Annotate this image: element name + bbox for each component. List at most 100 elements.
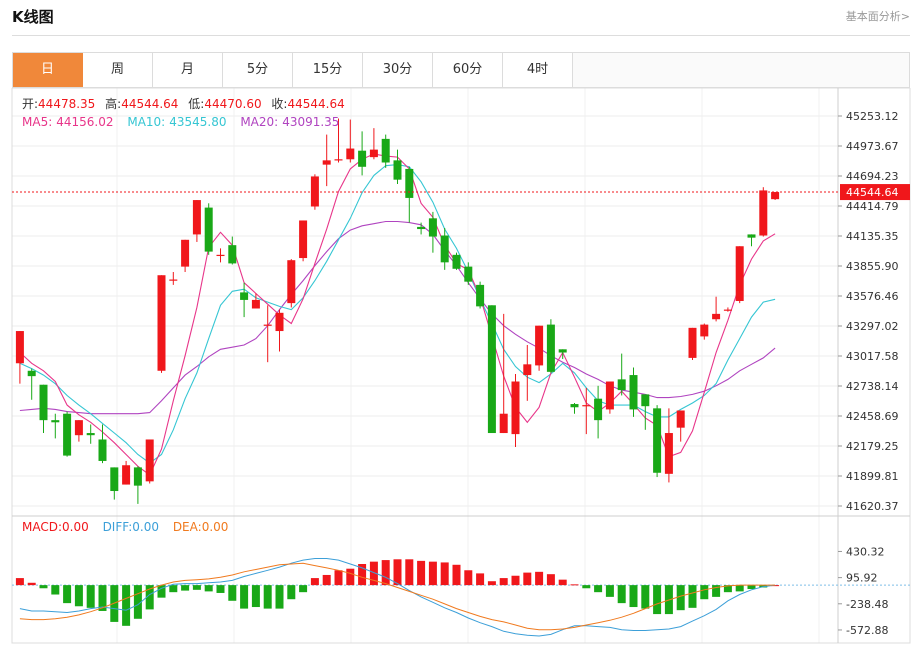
- ma10-value: 43545.80: [169, 115, 226, 129]
- candle-body: [15, 331, 24, 364]
- candle: [676, 410, 685, 442]
- macd-bar: [310, 578, 319, 586]
- macd-bar: [74, 585, 83, 607]
- macd-bar: [617, 585, 626, 604]
- macd-bar: [735, 585, 744, 592]
- candle: [546, 319, 555, 373]
- candle: [145, 439, 154, 484]
- kline-chart[interactable]: 45253.12 44973.67 44694.23 44414.79 44135.35…: [0, 88, 916, 649]
- macd-bar: [452, 564, 461, 586]
- candle: [322, 134, 331, 187]
- candle: [605, 381, 614, 414]
- candle-body: [145, 439, 154, 482]
- candle-body: [358, 150, 367, 167]
- macd-bar: [653, 585, 662, 615]
- macd-bar: [39, 585, 48, 589]
- tab-15min[interactable]: 15分: [293, 53, 363, 87]
- ma5-line: [19, 153, 776, 476]
- macd-bar: [228, 585, 237, 601]
- candle: [535, 325, 544, 371]
- candle-body: [641, 394, 650, 407]
- price-tick-label: 43297.02: [846, 320, 899, 333]
- macd-bar: [192, 585, 201, 590]
- candle-body: [263, 324, 272, 326]
- tab-30min[interactable]: 30分: [363, 53, 433, 87]
- candle: [487, 305, 496, 434]
- candle: [15, 331, 24, 384]
- macd-bar: [381, 560, 390, 586]
- macd-bar: [63, 585, 72, 604]
- price-tick-label: 42179.25: [846, 440, 899, 453]
- candle-body: [735, 246, 744, 301]
- price-tick-label: 41620.37: [846, 500, 899, 513]
- candle-body: [605, 381, 614, 410]
- candle-body: [181, 239, 190, 267]
- candle-body: [582, 405, 591, 407]
- candle: [287, 259, 296, 308]
- candle: [169, 272, 178, 285]
- ma10-line: [19, 164, 776, 464]
- candle-body: [653, 408, 662, 473]
- macd-bar: [287, 585, 296, 600]
- candle-body: [723, 309, 732, 311]
- candle-body: [487, 305, 496, 434]
- fundamental-analysis-link[interactable]: 基本面分析>: [846, 8, 910, 24]
- candle: [629, 367, 638, 417]
- candle: [405, 166, 414, 223]
- candle: [216, 248, 225, 263]
- candle-body: [228, 245, 237, 264]
- candle: [735, 246, 744, 304]
- candle-body: [428, 218, 437, 237]
- macd-bar: [51, 585, 60, 595]
- candle-body: [535, 325, 544, 366]
- high-label: 高:: [105, 96, 121, 111]
- macd-value: 0.00: [62, 520, 89, 534]
- macd-bar: [27, 582, 36, 586]
- macd-bar: [405, 559, 414, 586]
- candle-body: [98, 439, 107, 461]
- candle: [570, 402, 579, 414]
- tab-month[interactable]: 月: [153, 53, 223, 87]
- candle: [641, 394, 650, 430]
- candle-body: [122, 465, 131, 485]
- open-value: 44478.35: [38, 97, 95, 111]
- ma5-label: MA5:: [22, 115, 52, 129]
- ma20-line: [19, 220, 776, 415]
- candle-body: [664, 433, 673, 474]
- macd-bar: [240, 585, 249, 609]
- low-value: 44470.60: [204, 97, 261, 111]
- candle: [653, 405, 662, 478]
- ohlc-readout: 开:44478.35 高:44544.64 低:44470.60 收:44544…: [22, 96, 345, 111]
- candle: [299, 220, 308, 262]
- tab-60min[interactable]: 60分: [433, 53, 503, 87]
- close-value: 44544.64: [287, 97, 344, 111]
- candle-body: [617, 379, 626, 391]
- macd-bar: [322, 574, 331, 586]
- candle: [74, 420, 83, 442]
- macd-tick-label: 430.32: [846, 545, 885, 558]
- candle: [181, 239, 190, 273]
- price-tick-label: 45253.12: [846, 110, 899, 123]
- tab-4hour[interactable]: 4时: [503, 53, 573, 87]
- candle-body: [275, 312, 284, 332]
- candle-body: [310, 176, 319, 207]
- candle-body: [405, 168, 414, 198]
- candle: [263, 305, 272, 363]
- macd-bar: [299, 585, 308, 593]
- tab-5min[interactable]: 5分: [223, 53, 293, 87]
- macd-bar: [570, 584, 579, 586]
- price-tick-label: 41899.81: [846, 470, 899, 483]
- price-tick-label: 43855.90: [846, 260, 899, 273]
- tab-week[interactable]: 周: [83, 53, 153, 87]
- macd-tick-label: 95.92: [846, 572, 878, 585]
- macd-readout: MACD:0.00 DIFF:0.00 DEA:0.00: [22, 520, 228, 534]
- macd-label: MACD:: [22, 520, 62, 534]
- macd-bar: [523, 572, 532, 586]
- candle: [157, 275, 166, 373]
- tab-day[interactable]: 日: [13, 53, 83, 87]
- macd-bar: [629, 585, 638, 608]
- candle: [688, 327, 697, 361]
- candle-body: [499, 413, 508, 434]
- price-tick-label: 43576.46: [846, 290, 899, 303]
- candle: [228, 236, 237, 265]
